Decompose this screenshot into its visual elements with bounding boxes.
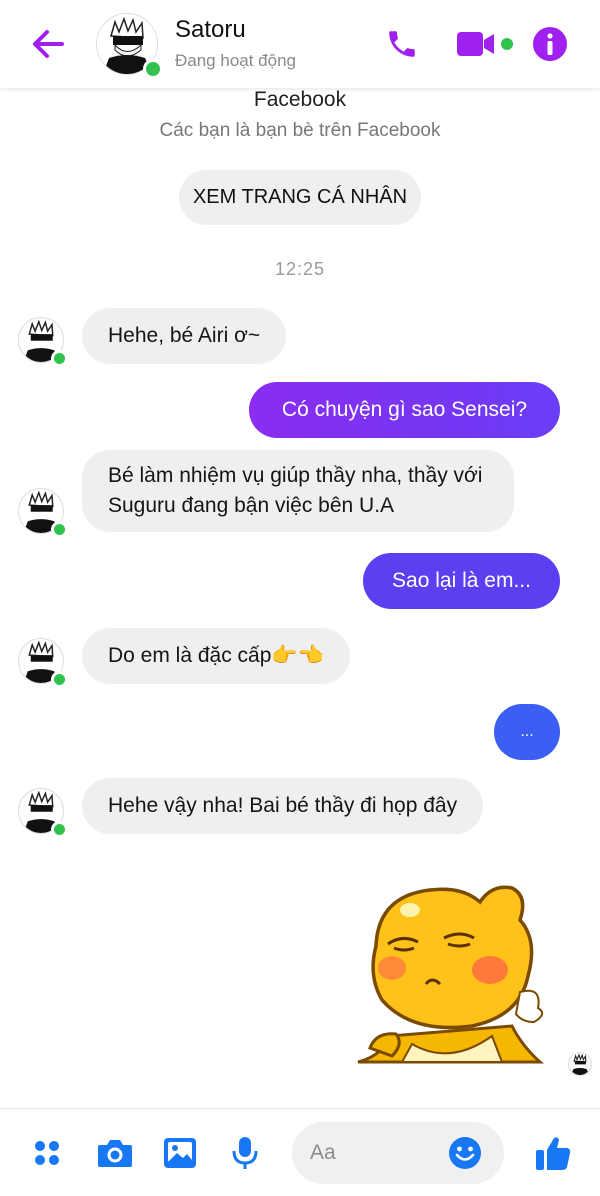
- online-indicator: [51, 350, 68, 367]
- intro-subtitle: Các bạn là bạn bè trên Facebook: [159, 120, 441, 141]
- read-receipt-avatar: [568, 1052, 592, 1076]
- message-timestamp: 12:25: [274, 259, 326, 279]
- more-options-button[interactable]: [25, 1131, 69, 1175]
- yellow-blob-sticker[interactable]: [352, 876, 548, 1070]
- back-arrow-icon: [33, 30, 64, 58]
- message-composer[interactable]: [292, 1122, 504, 1184]
- camera-icon: [98, 1140, 132, 1167]
- like-button[interactable]: [531, 1131, 575, 1175]
- incoming-message[interactable]: Bé làm nhiệm vụ giúp thầy nha, thầy với …: [82, 450, 514, 532]
- online-indicator: [51, 521, 68, 538]
- info-icon: [533, 27, 567, 61]
- online-indicator: [51, 821, 68, 838]
- back-button[interactable]: [28, 24, 68, 64]
- camera-button[interactable]: [93, 1131, 137, 1175]
- image-icon: [164, 1138, 196, 1168]
- incoming-message[interactable]: Do em là đặc cấp👉👈: [82, 628, 350, 684]
- gallery-button[interactable]: [158, 1131, 202, 1175]
- outgoing-message[interactable]: Có chuyện gì sao Sensei?: [249, 382, 560, 438]
- contact-avatar[interactable]: [96, 13, 163, 79]
- incoming-message[interactable]: Hehe, bé Airi ơ~: [82, 308, 287, 364]
- video-call-button[interactable]: [454, 22, 516, 66]
- outgoing-message[interactable]: ...: [494, 704, 560, 760]
- video-camera-icon: [457, 32, 513, 56]
- info-button[interactable]: [528, 22, 572, 66]
- sender-avatar[interactable]: [18, 788, 68, 838]
- composer-bar: [0, 1108, 600, 1196]
- active-status: Đang hoạt động: [175, 51, 296, 70]
- microphone-icon: [232, 1137, 258, 1169]
- online-indicator: [143, 59, 163, 79]
- phone-icon: [389, 31, 415, 57]
- message-input[interactable]: [310, 1136, 450, 1170]
- sender-avatar[interactable]: [18, 638, 68, 688]
- online-indicator: [51, 671, 68, 688]
- contact-name[interactable]: Satoru: [175, 16, 246, 44]
- chat-header: Satoru Đang hoạt động: [0, 0, 600, 88]
- call-button[interactable]: [380, 22, 424, 66]
- outgoing-message[interactable]: Sao lại là em...: [363, 553, 560, 609]
- voice-button[interactable]: [223, 1131, 267, 1175]
- incoming-message[interactable]: Hehe vậy nha! Bai bé thầy đi họp đây: [82, 778, 484, 834]
- thumbs-up-icon: [536, 1137, 571, 1170]
- intro-title: Facebook: [253, 88, 347, 111]
- menu-dots-icon: [35, 1141, 59, 1165]
- sender-avatar[interactable]: [18, 317, 68, 367]
- emoji-button[interactable]: [448, 1136, 482, 1170]
- emoji-icon: [449, 1137, 481, 1169]
- view-profile-button[interactable]: XEM TRANG CÁ NHÂN: [179, 170, 421, 225]
- sender-avatar[interactable]: [18, 488, 68, 538]
